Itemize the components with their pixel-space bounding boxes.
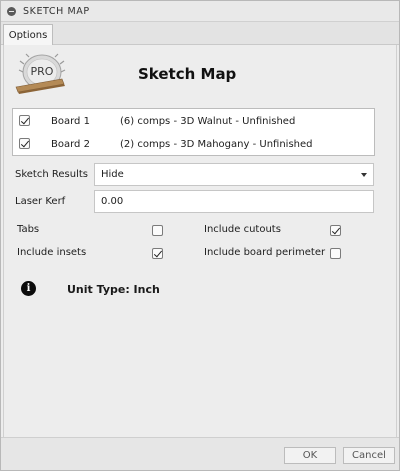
board-description: (2) comps - 3D Mahogany - Unfinished: [120, 138, 313, 150]
window-title: SKETCH MAP: [23, 5, 90, 17]
logo-text: PRO: [31, 65, 54, 78]
sketch-map-dialog: SKETCH MAP Options PRO Sketch Map Board …: [0, 0, 400, 471]
include-board-perimeter-checkbox[interactable]: [330, 248, 341, 259]
board-name: Board 1: [51, 115, 90, 127]
cancel-button[interactable]: Cancel: [343, 447, 395, 464]
info-icon: i: [21, 281, 36, 296]
list-item[interactable]: Board 1 (6) comps - 3D Walnut - Unfinish…: [13, 110, 374, 132]
tab-strip: Options: [1, 22, 399, 46]
tabs-label: Tabs: [17, 224, 40, 235]
board-2-checkbox[interactable]: [19, 138, 30, 149]
laser-kerf-value: 0.00: [101, 196, 124, 207]
list-item[interactable]: Board 2 (2) comps - 3D Mahogany - Unfini…: [13, 133, 374, 155]
ok-button[interactable]: OK: [284, 447, 336, 464]
sketch-results-label: Sketch Results: [15, 169, 88, 180]
include-board-perimeter-label: Include board perimeter: [204, 247, 326, 258]
include-insets-label: Include insets: [17, 247, 87, 258]
options-panel: PRO Sketch Map Board 1 (6) comps - 3D Wa…: [3, 45, 397, 437]
dialog-footer: OK Cancel: [1, 437, 399, 470]
pro-logo-icon: PRO: [15, 53, 66, 94]
include-cutouts-label: Include cutouts: [204, 224, 281, 235]
unit-type-text: Unit Type: Inch: [67, 283, 160, 296]
include-insets-checkbox[interactable]: [152, 248, 163, 259]
title-bar[interactable]: SKETCH MAP: [1, 1, 399, 22]
collapse-icon[interactable]: [7, 6, 16, 16]
sketch-results-value: Hide: [101, 169, 124, 180]
sketch-results-dropdown[interactable]: Hide: [94, 163, 374, 186]
laser-kerf-label: Laser Kerf: [15, 196, 66, 207]
caret-down-icon: [361, 173, 367, 177]
board-list: Board 1 (6) comps - 3D Walnut - Unfinish…: [12, 108, 375, 156]
board-1-checkbox[interactable]: [19, 115, 30, 126]
board-name: Board 2: [51, 138, 90, 150]
board-description: (6) comps - 3D Walnut - Unfinished: [120, 115, 296, 127]
page-title: Sketch Map: [138, 65, 237, 83]
include-cutouts-checkbox[interactable]: [330, 225, 341, 236]
tabs-checkbox[interactable]: [152, 225, 163, 236]
tab-options[interactable]: Options: [3, 24, 53, 46]
laser-kerf-input[interactable]: 0.00: [94, 190, 374, 213]
